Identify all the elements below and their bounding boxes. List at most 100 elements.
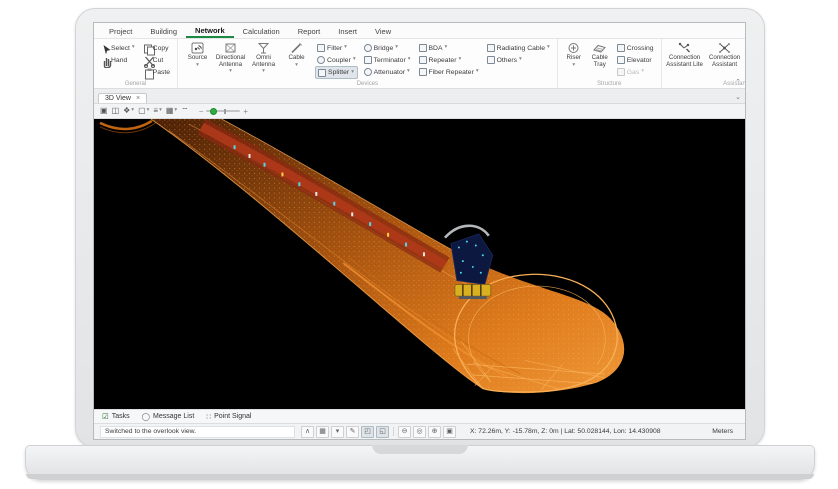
point-size-slider[interactable]: − + (199, 107, 248, 116)
display-settings-button[interactable]: ❖ ▾ (123, 107, 134, 115)
circle-icon: ◯ (141, 412, 151, 421)
copy-button[interactable]: Copy (141, 42, 172, 56)
chevron-down-icon: ▾ (546, 44, 550, 51)
paste-label: Paste (152, 68, 171, 76)
gas-button[interactable]: Gas ▾ (615, 66, 656, 78)
cable-button[interactable]: Cable ▾ (280, 41, 313, 81)
tab-building[interactable]: Building (141, 23, 186, 38)
filter-button[interactable]: Filter ▾ (315, 42, 358, 54)
view-tab-strip: 3D View × ⌄ (94, 89, 745, 104)
point-signal-icon: ∷ (206, 412, 212, 421)
minus-icon[interactable]: − (199, 107, 204, 116)
others-icon (486, 56, 495, 64)
chevron-down-icon: ▾ (174, 107, 178, 114)
grid-view-button[interactable]: ▦ (316, 425, 329, 438)
connection-assistant-lite-icon (678, 42, 691, 54)
chevron-down-icon: ▾ (295, 61, 298, 68)
view-dropdown-button[interactable]: ▾ (331, 425, 344, 438)
edit-button[interactable]: ✎ (346, 425, 359, 438)
tab-3d-view[interactable]: 3D View × (98, 93, 148, 103)
cable-tray-icon (593, 42, 607, 54)
chevron-down-icon: ▾ (229, 68, 232, 74)
riser-button[interactable]: Riser ▾ (561, 41, 587, 81)
tab-network[interactable]: Network (186, 23, 234, 38)
cable-tray-button[interactable]: Cable Tray (587, 41, 613, 81)
tab-insert[interactable]: Insert (329, 23, 366, 38)
fiber-repeater-button[interactable]: Fiber Repeater ▾ (417, 66, 481, 78)
orbit-mode-button[interactable]: ◱ (376, 425, 389, 438)
chevron-down-icon: ▾ (196, 61, 199, 68)
omni-antenna-icon (257, 42, 270, 54)
tab-project[interactable]: Project (100, 23, 141, 38)
cut-button[interactable]: Cut (141, 54, 172, 68)
point-signal-toggle[interactable]: ∷ Point Signal (206, 412, 251, 421)
chevron-down-icon: ▾ (475, 68, 479, 75)
fit-view-button[interactable]: ▣ (100, 107, 108, 115)
hand-button[interactable]: Hand (99, 54, 137, 68)
tasks-toggle[interactable]: ☑ Tasks (102, 412, 130, 421)
cursor-icon (101, 44, 111, 55)
directional-antenna-button[interactable]: Directional Antenna ▾ (214, 41, 247, 81)
source-button[interactable]: Source ▾ (181, 41, 214, 81)
zoom-in-button[interactable]: ⊕ (428, 425, 441, 438)
chevron-down-icon: ▾ (519, 56, 522, 63)
tab-calculation[interactable]: Calculation (234, 23, 289, 38)
section-label-devices: Devices (356, 81, 379, 87)
connection-assistant-lite-button[interactable]: Connection Assistant Lite (665, 41, 705, 81)
plus-icon[interactable]: + (243, 107, 248, 116)
chevron-down-icon: ▾ (262, 68, 265, 74)
app-window: Project Building Network Calculation Rep… (93, 22, 746, 440)
terminator-button[interactable]: Terminator ▾ (362, 54, 413, 66)
bda-icon (418, 44, 427, 52)
sun-icon: ❖ (123, 106, 131, 115)
others-button[interactable]: Others ▾ (485, 54, 552, 66)
layers-button[interactable]: ≡ ▾ (153, 107, 161, 115)
view-mode-button[interactable]: ▢ ▾ (138, 107, 149, 115)
pan-mode-button[interactable]: ◰ (361, 425, 374, 438)
cable-tray-label: Cable Tray (591, 54, 608, 68)
elevator-button[interactable]: Elevator (615, 54, 656, 66)
slider-track[interactable] (206, 107, 241, 115)
zoom-select-button[interactable]: ◎ (413, 425, 426, 438)
ribbon-tab-bar: Project Building Network Calculation Rep… (94, 23, 745, 39)
select-button[interactable]: Select ▾ (99, 42, 137, 55)
bda-button[interactable]: BDA ▾ (417, 42, 481, 54)
bda-label: BDA (428, 44, 443, 52)
snapshot-icon: ◫ (111, 106, 120, 115)
expand-panel-button[interactable]: ⌄ (735, 93, 741, 101)
chevron-down-icon: ▾ (444, 44, 448, 51)
overlook-view-button[interactable]: ∧ (301, 425, 314, 438)
paste-button[interactable]: Paste (141, 66, 172, 80)
slider-tick (224, 108, 226, 114)
attenuator-button[interactable]: Attenuator ▾ (362, 66, 413, 78)
close-icon[interactable]: × (136, 95, 140, 102)
connection-assistant-button[interactable]: Connection Assistant (705, 41, 745, 81)
slider-knob[interactable] (210, 107, 218, 115)
omni-antenna-button[interactable]: Omni Antenna ▾ (247, 41, 280, 81)
viewport-3d[interactable] (94, 119, 745, 409)
coupler-button[interactable]: Coupler ▾ (315, 54, 358, 66)
message-list-toggle[interactable]: ◯ Message List (142, 412, 195, 421)
hand-label: Hand (111, 56, 128, 64)
collapse-ribbon-button[interactable]: ⌃ (735, 78, 741, 86)
tab-report[interactable]: Report (289, 23, 330, 38)
zoom-out-button[interactable]: ⊖ (398, 425, 411, 438)
bridge-button[interactable]: Bridge ▾ (362, 42, 413, 54)
status-toolbar: ∧ ▦ ▾ ✎ ◰ ◱ ⊖ ◎ ⊕ ▣ (301, 425, 456, 438)
message-list-label: Message List (153, 413, 195, 420)
snapshot-button[interactable]: ◫ (112, 107, 120, 115)
scissors-icon (143, 56, 155, 68)
laptop-base (25, 445, 815, 480)
copy-label: Copy (152, 44, 169, 52)
radiating-cable-button[interactable]: Radiating Cable ▾ (485, 42, 552, 54)
repeater-button[interactable]: Repeater ▾ (417, 54, 481, 66)
gas-label: Gas (626, 68, 640, 76)
grid-button[interactable]: ▦ ▾ (166, 107, 177, 115)
zoom-fit-button[interactable]: ▣ (443, 425, 456, 438)
section-label-assistance: Assistance (723, 81, 746, 87)
measure-button[interactable]: ⌔ (181, 107, 189, 115)
splitter-button[interactable]: Splitter ▾ (315, 66, 358, 79)
tab-view[interactable]: View (366, 23, 400, 38)
crossing-button[interactable]: Crossing (615, 42, 656, 54)
cable-icon (290, 42, 303, 54)
